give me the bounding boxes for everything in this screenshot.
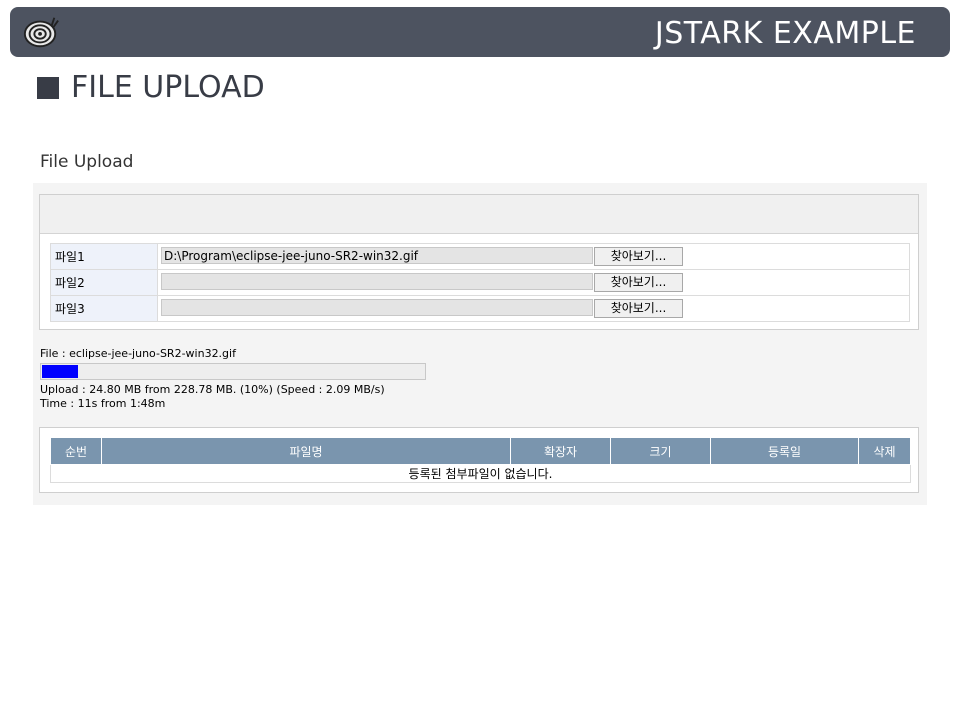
- column-header-number: 순번: [50, 438, 102, 465]
- snail-logo-icon: [23, 17, 59, 48]
- progress-bar: [40, 363, 426, 380]
- attachment-table: 순번 파일명 확장자 크기 등록일 삭제 등록된 첨부파일이 없습니다.: [50, 438, 911, 483]
- progress-bar-fill: [42, 365, 79, 378]
- column-header-delete: 삭제: [858, 438, 911, 465]
- header-banner: JSTARK EXAMPLE: [10, 7, 950, 57]
- empty-list-message: 등록된 첨부파일이 없습니다.: [50, 464, 911, 483]
- file-label-1: 파일1: [50, 243, 158, 270]
- column-header-filename: 파일명: [101, 438, 511, 465]
- page-heading: FILE UPLOAD: [37, 70, 265, 105]
- file-row-3: 파일3 찾아보기...: [50, 295, 910, 322]
- file-row-2: 파일2 찾아보기...: [50, 269, 910, 296]
- file-path-input-2[interactable]: [161, 273, 593, 290]
- heading-bullet-icon: [37, 76, 59, 99]
- upload-panel: 파일1 D:\Program\eclipse-jee-juno-SR2-win3…: [33, 183, 927, 505]
- browse-button-3[interactable]: 찾아보기...: [594, 299, 683, 318]
- column-header-size: 크기: [610, 438, 711, 465]
- file-path-input-1[interactable]: D:\Program\eclipse-jee-juno-SR2-win32.gi…: [161, 247, 593, 264]
- progress-upload-status: Upload : 24.80 MB from 228.78 MB. (10%) …: [40, 383, 385, 396]
- file-label-3: 파일3: [50, 295, 158, 322]
- file-label-2: 파일2: [50, 269, 158, 296]
- progress-file-name: File : eclipse-jee-juno-SR2-win32.gif: [40, 347, 236, 360]
- column-header-extension: 확장자: [510, 438, 611, 465]
- banner-title: JSTARK EXAMPLE: [654, 16, 916, 51]
- browse-button-2[interactable]: 찾아보기...: [594, 273, 683, 292]
- attachment-table-header: 순번 파일명 확장자 크기 등록일 삭제: [50, 438, 911, 465]
- file-row-1: 파일1 D:\Program\eclipse-jee-juno-SR2-win3…: [50, 243, 910, 270]
- file-select-box: 파일1 D:\Program\eclipse-jee-juno-SR2-win3…: [39, 194, 919, 330]
- table-row: 등록된 첨부파일이 없습니다.: [50, 464, 911, 483]
- browse-button-1[interactable]: 찾아보기...: [594, 247, 683, 266]
- section-title: File Upload: [40, 152, 134, 172]
- file-input-table: 파일1 D:\Program\eclipse-jee-juno-SR2-win3…: [50, 243, 910, 322]
- page-title: FILE UPLOAD: [71, 70, 265, 105]
- progress-time-status: Time : 11s from 1:48m: [40, 397, 166, 410]
- upload-progress: File : eclipse-jee-juno-SR2-win32.gif Up…: [40, 347, 426, 411]
- file-select-header: [40, 195, 918, 234]
- attachment-list-box: 순번 파일명 확장자 크기 등록일 삭제 등록된 첨부파일이 없습니다.: [39, 427, 919, 493]
- file-path-input-3[interactable]: [161, 299, 593, 316]
- column-header-date: 등록일: [710, 438, 859, 465]
